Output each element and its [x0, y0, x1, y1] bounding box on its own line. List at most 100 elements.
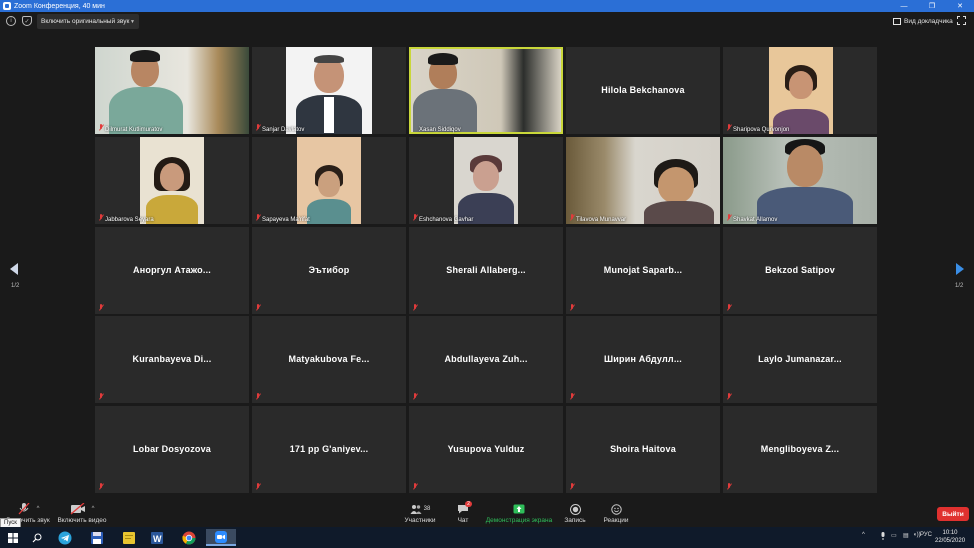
- participant-name: Eshchanova Gavhar: [419, 217, 474, 223]
- fullscreen-icon[interactable]: [957, 16, 966, 25]
- record-icon: [569, 503, 581, 515]
- participant-video: [411, 49, 561, 132]
- muted-mic-icon: [98, 304, 104, 311]
- original-sound-dropdown[interactable]: Включить оригинальный звук ▼: [37, 14, 139, 29]
- participant-tile[interactable]: Mengliboyeva Z...: [723, 406, 877, 493]
- muted-mic-icon: [98, 214, 104, 221]
- network-icon[interactable]: ▤: [903, 532, 909, 539]
- muted-mic-icon: [569, 304, 575, 311]
- taskbar-clock[interactable]: 10:10 22/05/2020: [935, 529, 965, 545]
- participant-tile[interactable]: Laylo Jumanazar...: [723, 316, 877, 403]
- participant-tile[interactable]: Matyakubova Fe...: [252, 316, 406, 403]
- reactions-button[interactable]: Реакции: [600, 503, 632, 527]
- show-hidden-icons-icon[interactable]: ^: [862, 532, 865, 538]
- share-screen-button[interactable]: Демонстрация экрана: [484, 503, 554, 527]
- participant-tile-active-speaker[interactable]: Xasan Siddiqov: [409, 47, 563, 134]
- chat-button[interactable]: 2 Чат: [450, 501, 476, 527]
- participant-name: Lobar Dosyozova: [132, 444, 211, 454]
- participant-tile[interactable]: Dilmurat Kutlimuratov: [95, 47, 249, 134]
- minimize-button[interactable]: —: [890, 0, 918, 12]
- participant-tile[interactable]: Munojat Saparb...: [566, 227, 720, 314]
- video-off-icon: [70, 503, 85, 515]
- muted-mic-icon: [726, 124, 732, 131]
- participant-name: Mengliboyeva Z...: [760, 444, 840, 454]
- participants-button[interactable]: 38 Участники: [400, 503, 440, 527]
- chevron-up-icon[interactable]: ^: [92, 506, 95, 512]
- record-button[interactable]: Запись: [560, 503, 590, 527]
- chat-label: Чат: [457, 517, 469, 524]
- participant-tile[interactable]: Ширин Абдулл...: [566, 316, 720, 403]
- speaker-view-label: Вид докладчика: [904, 18, 953, 25]
- participant-video: [140, 137, 204, 224]
- chevron-up-icon[interactable]: ^: [37, 506, 40, 512]
- muted-mic-icon: [726, 304, 732, 311]
- participant-tile[interactable]: Eshchanova Gavhar: [409, 137, 563, 224]
- participant-tile[interactable]: Sanjar Davlatov: [252, 47, 406, 134]
- participant-video: [95, 47, 249, 134]
- next-page-arrow-icon[interactable]: [956, 263, 964, 275]
- muted-mic-icon: [255, 483, 261, 490]
- participant-name: Matyakubova Fe...: [288, 354, 370, 364]
- close-button[interactable]: ✕: [946, 0, 974, 12]
- participant-tile[interactable]: Tilavova Munavvar: [566, 137, 720, 224]
- save-floppy-icon[interactable]: [86, 529, 108, 546]
- participant-tile[interactable]: Hilola Bekchanova: [566, 47, 720, 134]
- maximize-button[interactable]: ❐: [918, 0, 946, 12]
- participant-tile[interactable]: Эътибор: [252, 227, 406, 314]
- search-icon[interactable]: [26, 529, 48, 546]
- participant-tile[interactable]: Sherali Allaberg...: [409, 227, 563, 314]
- muted-mic-icon: [255, 393, 261, 400]
- telegram-icon[interactable]: [54, 529, 76, 546]
- sticky-note-icon[interactable]: [118, 529, 140, 546]
- muted-mic-icon: [412, 393, 418, 400]
- participant-name: Bekzod Satipov: [765, 265, 835, 275]
- zoom-window: Zoom Конференция, 40 мин — ❐ ✕ i ✓ Включ…: [0, 0, 974, 548]
- participant-name: Hilola Bekchanova: [601, 85, 685, 95]
- leave-meeting-button[interactable]: Выйти: [937, 507, 969, 521]
- participant-name: Sapayeva Ma'rifat: [262, 217, 310, 223]
- shield-icon[interactable]: ✓: [22, 16, 32, 26]
- participant-tile[interactable]: Shoira Haitova: [566, 406, 720, 493]
- windows-start-icon[interactable]: [2, 529, 24, 546]
- participant-video: [297, 137, 361, 224]
- info-icon[interactable]: i: [6, 16, 16, 26]
- page-indicator-left: 1/2: [11, 283, 20, 289]
- chat-unread-badge: 2: [465, 501, 472, 507]
- microphone-tray-icon[interactable]: [880, 532, 886, 542]
- participant-name: 171 pp G'aniyev...: [289, 444, 369, 454]
- participant-tile[interactable]: Sapayeva Ma'rifat: [252, 137, 406, 224]
- zoom-taskbar-icon[interactable]: [206, 529, 236, 546]
- word-icon[interactable]: W: [146, 529, 168, 546]
- participant-name: Shavkat Allamov: [733, 217, 778, 223]
- participant-tile[interactable]: Аноргул Атажо...: [95, 227, 249, 314]
- participant-tile[interactable]: Abdullayeva Zuh...: [409, 316, 563, 403]
- muted-mic-icon: [726, 214, 732, 221]
- share-screen-icon: [513, 504, 525, 514]
- speaker-view-button[interactable]: Вид докладчика: [893, 15, 953, 28]
- title-bar: Zoom Конференция, 40 мин — ❐ ✕: [0, 0, 974, 12]
- participant-name: Laylo Jumanazar...: [758, 354, 842, 364]
- participant-tile[interactable]: Bekzod Satipov: [723, 227, 877, 314]
- participant-tile[interactable]: Lobar Dosyozova: [95, 406, 249, 493]
- participant-tile[interactable]: Sharipova Qurvonjon: [723, 47, 877, 134]
- muted-mic-icon: [98, 124, 104, 131]
- participant-name: Yusupova Yulduz: [447, 444, 525, 454]
- language-bar-icon[interactable]: ▭: [891, 532, 897, 539]
- start-video-button[interactable]: ^ Включить видео: [56, 503, 108, 527]
- participant-tile[interactable]: Jabbarova Seyara: [95, 137, 249, 224]
- participant-name: Munojat Saparb...: [603, 265, 683, 275]
- window-title: Zoom Конференция, 40 мин: [14, 2, 105, 10]
- participant-name: Аноргул Атажо...: [133, 265, 211, 275]
- participant-tile[interactable]: 171 pp G'aniyev...: [252, 406, 406, 493]
- previous-page-arrow-icon[interactable]: [10, 263, 18, 275]
- reactions-icon: [610, 503, 622, 515]
- participants-label: Участники: [404, 517, 436, 524]
- participant-video: [286, 47, 372, 134]
- chrome-icon[interactable]: [178, 529, 200, 546]
- participant-tile[interactable]: Shavkat Allamov: [723, 137, 877, 224]
- input-language[interactable]: РУС: [920, 532, 932, 538]
- share-screen-label: Демонстрация экрана: [485, 517, 553, 524]
- participant-tile[interactable]: Kuranbayeva Di...: [95, 316, 249, 403]
- muted-mic-icon: [255, 304, 261, 311]
- participant-tile[interactable]: Yusupova Yulduz: [409, 406, 563, 493]
